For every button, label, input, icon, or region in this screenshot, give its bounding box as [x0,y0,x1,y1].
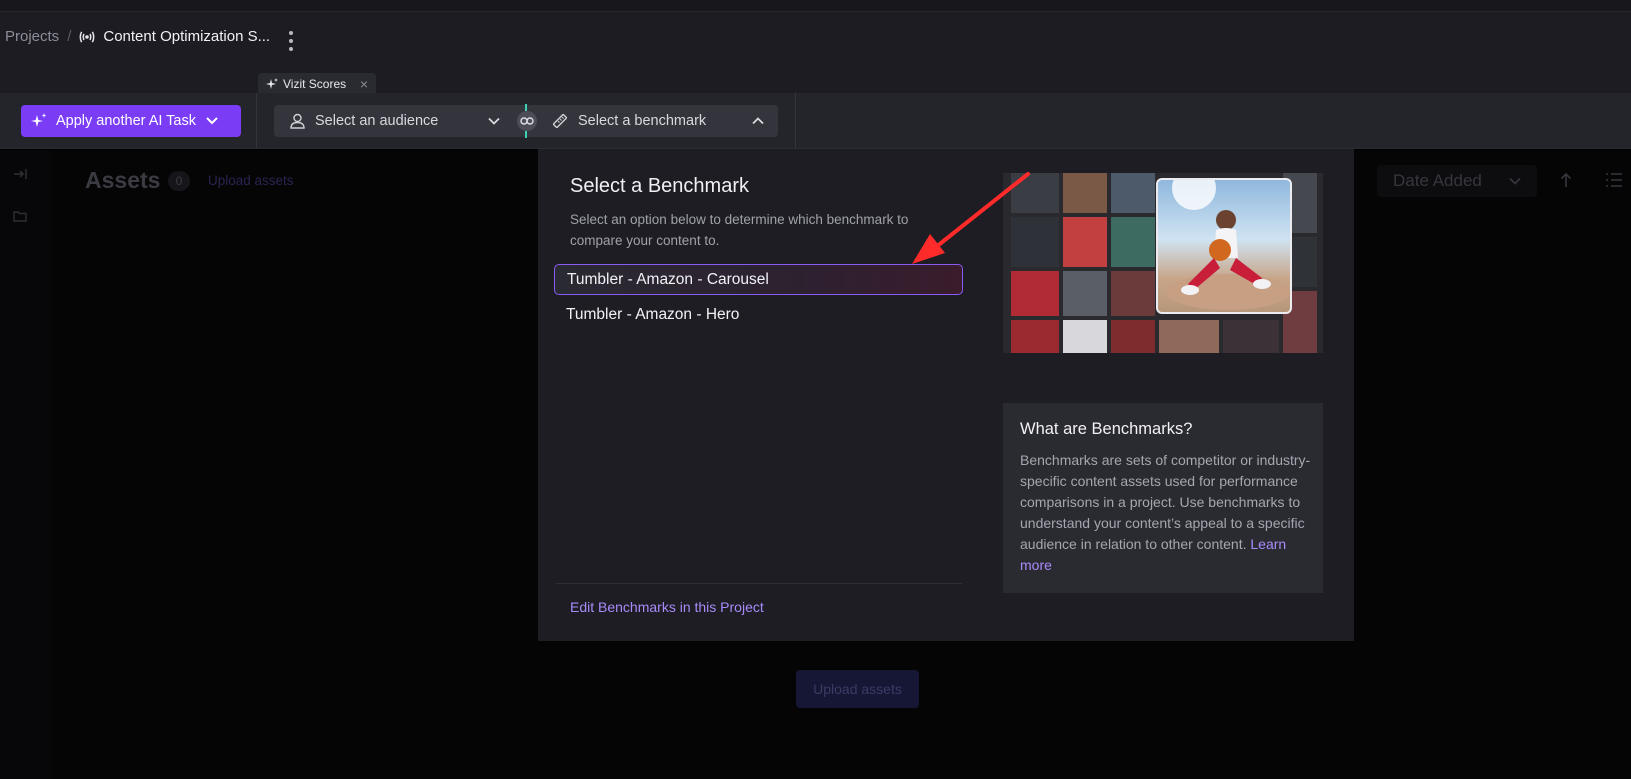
divider [556,583,962,584]
chevron-up-icon [752,117,764,125]
sort-direction-icon[interactable] [1560,172,1572,188]
chevron-down-icon [1509,177,1521,185]
connector-line [525,104,529,111]
info-title: What are Benchmarks? [1020,420,1193,438]
featured-image [1156,178,1292,314]
toolbar [0,93,1631,149]
ruler-icon [552,113,568,129]
breadcrumb: Projects / Content Optimization S... [5,28,270,45]
upload-assets-link[interactable]: Upload assets [208,173,294,188]
benchmark-option-label: Tumbler - Amazon - Hero [566,305,740,323]
more-options-icon[interactable] [286,31,296,51]
benchmark-option-carousel[interactable]: Tumbler - Amazon - Carousel [554,264,963,295]
info-text: Benchmarks are sets of competitor or ind… [1020,450,1314,576]
sort-select[interactable]: Date Added [1377,165,1537,197]
user-icon [290,113,305,129]
project-name: Content Optimization S... [103,28,271,45]
project-header [0,12,1631,93]
toolbar-divider [795,93,796,149]
panel-title: Select a Benchmark [570,175,749,197]
breadcrumb-separator: / [67,28,72,45]
folder-icon[interactable] [12,208,28,224]
sparkle-icon [31,113,47,127]
window-top-strip [0,0,1631,12]
apply-ai-task-label: Apply another AI Task [56,113,196,129]
benchmark-select[interactable]: Select a benchmark [552,105,778,137]
link-icon[interactable] [517,111,537,131]
benchmark-option-hero[interactable]: Tumbler - Amazon - Hero [554,299,963,330]
chevron-down-icon [206,117,218,125]
panel-description: Select an option below to determine whic… [570,212,909,248]
sort-select-label: Date Added [1393,171,1482,190]
upload-assets-button[interactable]: Upload assets [796,670,919,708]
sparkle-icon [266,77,278,89]
list-view-icon[interactable] [1605,172,1623,188]
breadcrumb-current-project[interactable]: Content Optimization S... [79,28,270,45]
tab-label: Vizit Scores [283,76,347,91]
broadcast-icon [79,30,95,43]
benchmark-option-label: Tumbler - Amazon - Carousel [567,270,769,288]
apply-ai-task-button[interactable]: Apply another AI Task [21,105,241,137]
edit-benchmarks-link[interactable]: Edit Benchmarks in this Project [570,599,764,615]
toolbar-divider [256,93,257,149]
tab-vizit-scores[interactable]: Vizit Scores × [258,73,376,94]
breadcrumb-projects-link[interactable]: Projects [5,28,59,45]
benchmark-select-label: Select a benchmark [578,113,707,129]
audience-select[interactable]: Select an audience [274,105,514,137]
expand-sidebar-icon[interactable] [12,166,28,182]
close-icon[interactable]: × [360,76,368,92]
assets-heading: Assets [85,167,161,193]
assets-count-badge: 0 [168,171,190,191]
sidebar [0,150,52,779]
connector-line [525,131,529,138]
chevron-down-icon [488,117,500,125]
audience-select-label: Select an audience [315,113,439,129]
